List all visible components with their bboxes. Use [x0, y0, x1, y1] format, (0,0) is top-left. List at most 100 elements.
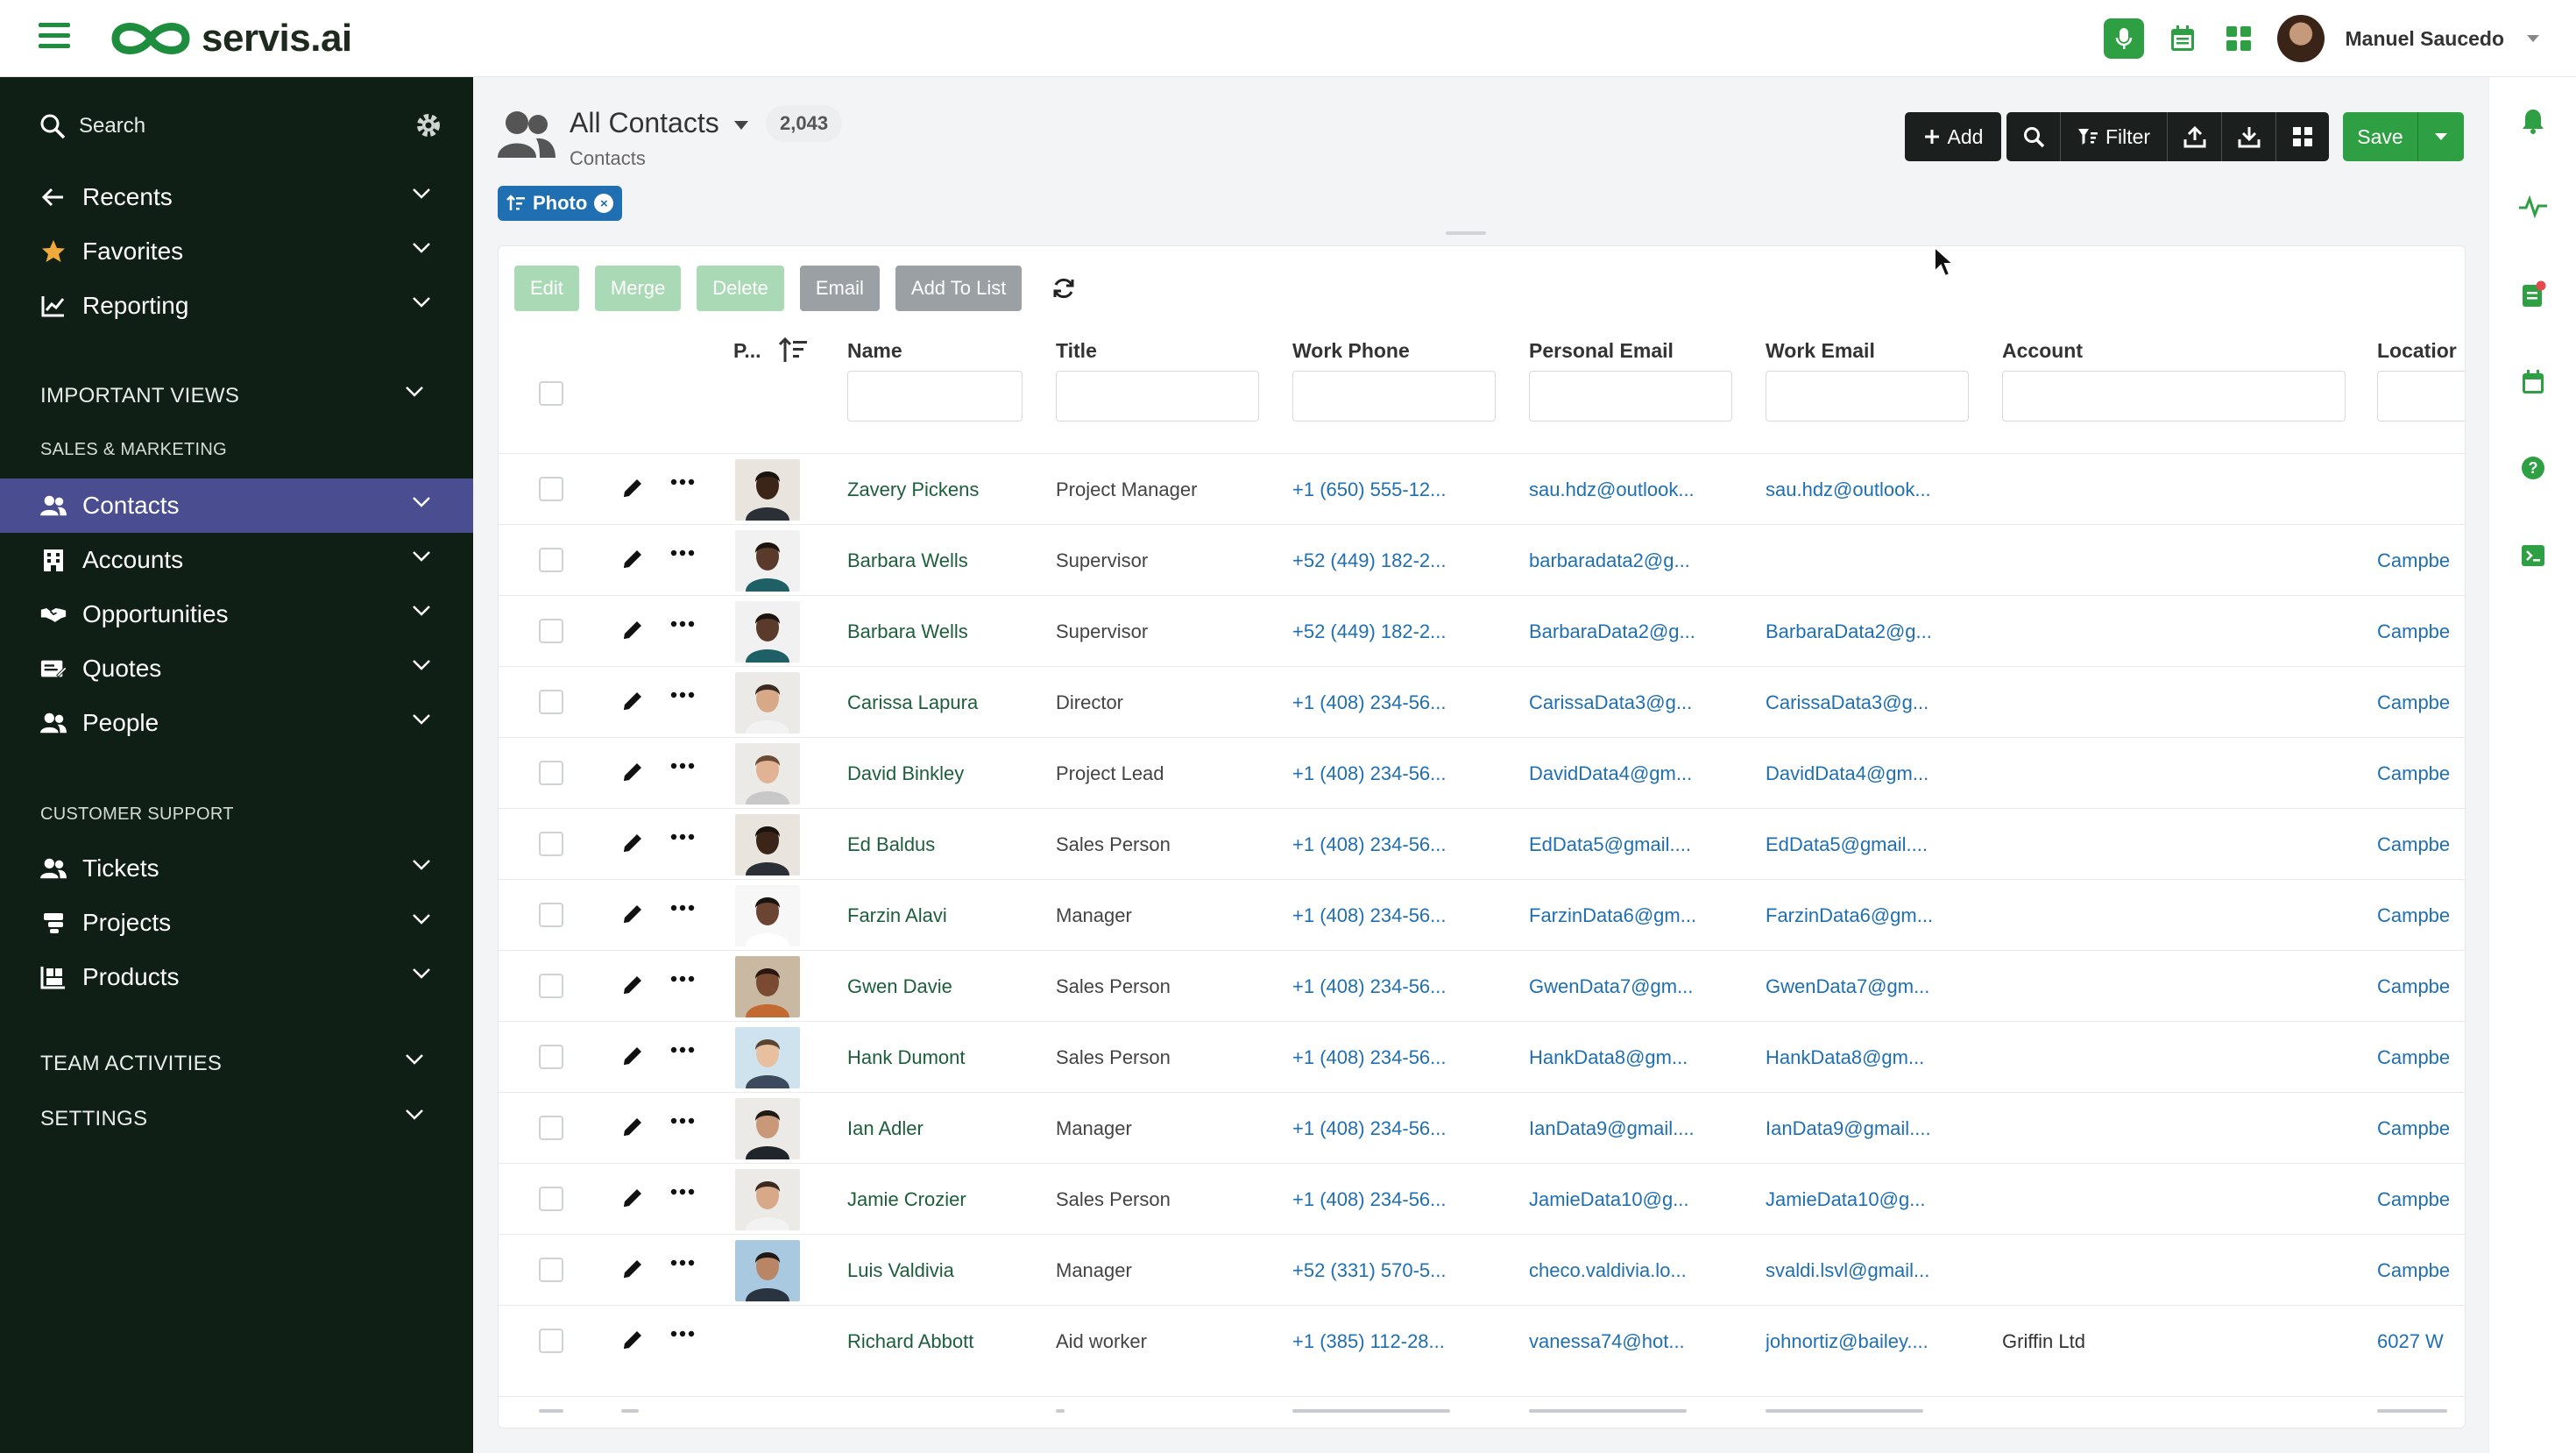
contact-location[interactable]: Campbe	[2377, 691, 2461, 714]
sidebar-item-reporting[interactable]: Reporting	[0, 279, 473, 333]
sidebar-item-quotes[interactable]: Quotes	[0, 641, 473, 696]
contact-work-email[interactable]: EdData5@gmail....	[1766, 833, 1985, 856]
column-header-location[interactable]: Locatior	[2377, 339, 2465, 363]
chevron-down-icon[interactable]	[412, 659, 431, 671]
table-row[interactable]: Hank Dumont Sales Person +1 (408) 234-56..…	[499, 1021, 2465, 1092]
table-row[interactable]: Farzin Alavi Manager +1 (408) 234-56... Far…	[499, 879, 2465, 950]
chevron-down-icon[interactable]	[405, 386, 424, 398]
contact-personal-email[interactable]: checo.valdivia.lo...	[1529, 1259, 1748, 1282]
search-button[interactable]	[2006, 112, 2061, 161]
contact-account[interactable]: Griffin Ltd	[2002, 1330, 2353, 1353]
contact-work-email[interactable]: GwenData7@gm...	[1766, 975, 1985, 998]
contact-personal-email[interactable]: sau.hdz@outlook...	[1529, 478, 1748, 501]
contact-photo[interactable]	[735, 601, 800, 663]
contact-work-phone[interactable]: +1 (650) 555-12...	[1292, 478, 1511, 501]
caret-down-icon[interactable]	[732, 119, 750, 131]
row-checkbox[interactable]	[539, 761, 563, 785]
row-checkbox[interactable]	[539, 619, 563, 643]
column-header-title[interactable]: Title	[1056, 339, 1097, 363]
contact-location[interactable]: 6027 W	[2377, 1330, 2461, 1353]
row-checkbox[interactable]	[539, 548, 563, 572]
contact-work-phone[interactable]: +1 (408) 234-56...	[1292, 1117, 1511, 1140]
email-button[interactable]: Email	[799, 266, 880, 311]
contact-location[interactable]: Campbe	[2377, 1046, 2461, 1069]
contact-location[interactable]: Campbe	[2377, 904, 2461, 927]
chevron-down-icon[interactable]	[412, 188, 431, 200]
table-row[interactable]: Ian Adler Manager +1 (408) 234-56... IanDat…	[499, 1092, 2465, 1163]
section-settings[interactable]: SETTINGS	[40, 1107, 423, 1131]
chevron-down-icon[interactable]	[412, 859, 431, 871]
personal-email-filter-input[interactable]	[1529, 371, 1732, 422]
contact-photo[interactable]	[735, 885, 800, 946]
pencil-icon[interactable]	[621, 619, 644, 641]
contact-photo[interactable]	[735, 743, 800, 804]
row-checkbox[interactable]	[539, 832, 563, 856]
user-avatar[interactable]	[2276, 15, 2325, 62]
contact-work-phone[interactable]: +1 (408) 234-56...	[1292, 833, 1511, 856]
contact-work-phone[interactable]: +1 (408) 234-56...	[1292, 1046, 1511, 1069]
resize-handle[interactable]	[1446, 231, 1486, 235]
sidebar-item-favorites[interactable]: Favorites	[0, 224, 473, 279]
sidebar-item-products[interactable]: Products	[0, 950, 473, 1004]
more-options-icon[interactable]	[670, 549, 695, 556]
refresh-icon[interactable]	[1046, 271, 1081, 306]
contact-work-phone[interactable]: +52 (449) 182-2...	[1292, 549, 1511, 572]
row-checkbox[interactable]	[539, 974, 563, 998]
row-checkbox[interactable]	[539, 690, 563, 714]
row-checkbox[interactable]	[539, 903, 563, 927]
pencil-icon[interactable]	[621, 974, 644, 996]
download-button[interactable]	[2222, 112, 2276, 161]
more-options-icon[interactable]	[670, 762, 695, 769]
contact-location[interactable]: Campbe	[2377, 833, 2461, 856]
more-options-icon[interactable]	[670, 1188, 695, 1195]
filter-chip-photo[interactable]: Photo ×	[498, 186, 623, 221]
chevron-down-icon[interactable]	[412, 242, 431, 254]
contact-name[interactable]: Barbara Wells	[847, 549, 1040, 572]
pencil-icon[interactable]	[621, 903, 644, 925]
chevron-down-icon[interactable]	[412, 713, 431, 726]
table-row[interactable]: David Binkley Project Lead +1 (408) 234-56…	[499, 737, 2465, 808]
delete-button[interactable]: Delete	[697, 266, 784, 311]
contact-work-email[interactable]: svaldi.lsvl@gmail...	[1766, 1259, 1985, 1282]
column-header-work-email[interactable]: Work Email	[1766, 339, 1875, 363]
sidebar-item-opportunities[interactable]: Opportunities	[0, 587, 473, 641]
title-filter-input[interactable]	[1056, 371, 1259, 422]
contact-photo[interactable]	[735, 814, 800, 875]
section-important-views[interactable]: IMPORTANT VIEWS	[40, 384, 423, 408]
contact-photo[interactable]	[735, 1027, 800, 1088]
contact-personal-email[interactable]: EdData5@gmail....	[1529, 833, 1748, 856]
work-email-filter-input[interactable]	[1766, 371, 1969, 422]
contact-personal-email[interactable]: CarissaData3@g...	[1529, 691, 1748, 714]
contact-work-email[interactable]: HankData8@gm...	[1766, 1046, 1985, 1069]
save-button[interactable]: Save	[2343, 112, 2418, 161]
table-row[interactable]: Gwen Davie Sales Person +1 (408) 234-56...…	[499, 950, 2465, 1021]
contact-location[interactable]: Campbe	[2377, 975, 2461, 998]
contact-work-email[interactable]: JamieData10@g...	[1766, 1188, 1985, 1211]
more-options-icon[interactable]	[670, 1330, 695, 1337]
apps-grid-icon[interactable]	[2221, 21, 2256, 56]
sidebar-item-tickets[interactable]: Tickets	[0, 841, 473, 896]
contact-personal-email[interactable]: FarzinData6@gm...	[1529, 904, 1748, 927]
tasks-icon[interactable]	[2514, 275, 2552, 314]
edit-button[interactable]: Edit	[514, 266, 579, 311]
sidebar-item-projects[interactable]: Projects	[0, 896, 473, 950]
pencil-icon[interactable]	[621, 1329, 644, 1351]
column-header-personal-email[interactable]: Personal Email	[1529, 339, 1674, 363]
column-header-account[interactable]: Account	[2002, 339, 2083, 363]
contact-name[interactable]: Hank Dumont	[847, 1046, 1040, 1069]
close-icon[interactable]: ×	[594, 194, 614, 213]
row-checkbox[interactable]	[539, 1187, 563, 1211]
contact-name[interactable]: Jamie Crozier	[847, 1188, 1040, 1211]
chevron-down-icon[interactable]	[412, 496, 431, 508]
column-header-name[interactable]: Name	[847, 339, 902, 363]
contact-photo[interactable]	[735, 459, 800, 521]
contact-name[interactable]: Zavery Pickens	[847, 478, 1040, 501]
add-to-list-button[interactable]: Add To List	[895, 266, 1023, 311]
contact-location[interactable]: Campbe	[2377, 1188, 2461, 1211]
contact-photo[interactable]	[735, 530, 800, 592]
table-row[interactable]: Barbara Wells Supervisor +52 (449) 182-2..…	[499, 524, 2465, 595]
chevron-down-icon[interactable]	[412, 605, 431, 617]
more-options-icon[interactable]	[670, 1259, 695, 1266]
account-filter-input[interactable]	[2002, 371, 2346, 422]
sidebar-item-people[interactable]: People	[0, 696, 473, 750]
